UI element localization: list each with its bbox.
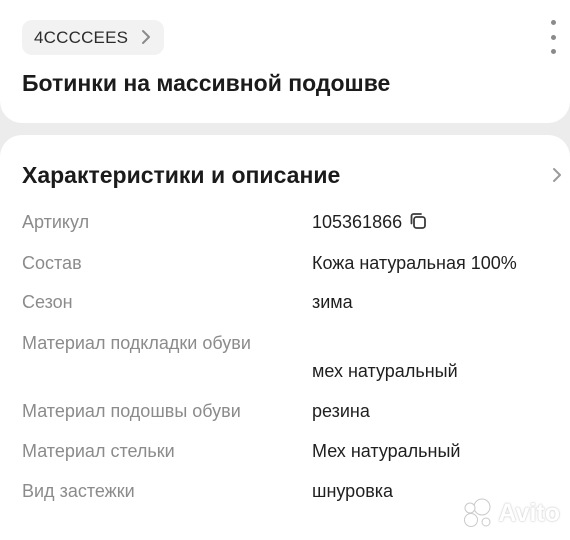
spec-value: Мех натуральный <box>312 441 461 461</box>
brand-chip-label: 4CCCCEES <box>34 27 129 47</box>
watermark-text: Avito <box>498 498 560 527</box>
spec-value: резина <box>312 401 370 421</box>
spec-key: Артикул <box>22 212 90 232</box>
specs-card: Характеристики и описание Артикул 105361… <box>0 135 570 540</box>
spec-key: Материал подкладки обуви <box>22 333 251 353</box>
spec-key: Вид застежки <box>22 481 135 501</box>
copy-icon[interactable] <box>408 211 428 231</box>
brand-chip[interactable]: 4CCCCEES <box>22 20 165 55</box>
section-chevron-right-icon[interactable] <box>550 165 566 185</box>
spec-value: зима <box>312 292 353 312</box>
spec-key: Состав <box>22 253 82 273</box>
spec-value: Кожа натуральная 100% <box>312 253 517 273</box>
chevron-right-icon <box>142 30 151 44</box>
spec-value: 105361866 <box>312 208 428 236</box>
section-title[interactable]: Характеристики и описание <box>22 162 340 189</box>
spec-key: Сезон <box>22 292 73 312</box>
article-number: 105361866 <box>312 212 403 232</box>
avito-watermark: Avito <box>460 498 560 528</box>
spec-value: шнуровка <box>312 481 394 501</box>
spec-key: Материал стельки <box>22 441 175 461</box>
spec-key: Материал подошвы обуви <box>22 401 241 421</box>
spec-value: мех натуральный <box>312 361 458 381</box>
more-vertical-icon[interactable] <box>544 20 562 54</box>
product-header-card: 4CCCCEES Ботинки на массивной подошве <box>0 0 570 123</box>
product-title: Ботинки на массивной подошве <box>22 70 391 96</box>
avito-logo-icon <box>464 498 491 527</box>
